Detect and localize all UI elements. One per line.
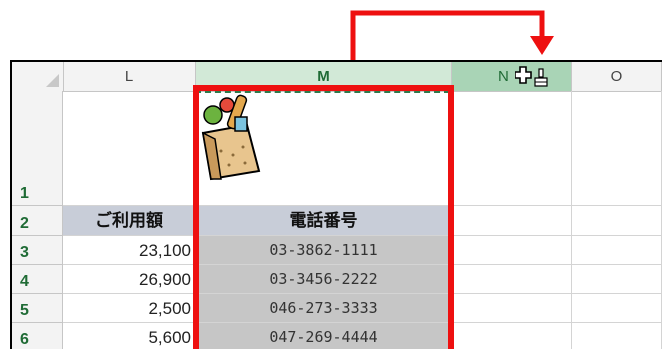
cell-O3[interactable] (572, 236, 662, 265)
cell-N1[interactable] (452, 91, 572, 206)
cell-N3[interactable] (452, 236, 572, 265)
cell-M2-header[interactable]: 電話番号 (196, 206, 452, 236)
cell-L2-header[interactable]: ご利用額 (63, 206, 196, 236)
spreadsheet-grid: L M N O 1 2 3 4 5 6 ご利用額 電話番号 23,100 03-… (12, 62, 662, 349)
cell-N2[interactable] (452, 206, 572, 236)
row-header-4-label: 4 (20, 273, 29, 290)
cell-L5[interactable]: 2,500 (63, 294, 196, 323)
row-header-5-label: 5 (20, 302, 29, 319)
cell-N6[interactable] (452, 323, 572, 349)
column-header-o[interactable]: O (572, 62, 662, 91)
row-header-3-label: 3 (20, 244, 29, 261)
cell-L4[interactable]: 26,900 (63, 265, 196, 294)
cell-O2[interactable] (572, 206, 662, 236)
shopping-bag-icon (201, 94, 261, 181)
cell-O5[interactable] (572, 294, 662, 323)
cell-M6[interactable]: 047-269-4444 (196, 323, 452, 349)
cell-L1[interactable] (63, 91, 196, 206)
column-header-l[interactable]: L (63, 62, 196, 91)
row-header-4[interactable]: 4 (12, 265, 63, 294)
row-header-1-label: 1 (20, 185, 29, 202)
cell-L3[interactable]: 23,100 (63, 236, 196, 265)
row-header-1[interactable]: 1 (12, 91, 63, 206)
cell-M5[interactable]: 046-273-3333 (196, 294, 452, 323)
column-header-row: L M N O (12, 62, 662, 92)
row-header-6[interactable]: 6 (12, 323, 63, 349)
row-header-3[interactable]: 3 (12, 236, 63, 265)
select-all-corner[interactable] (12, 62, 64, 91)
cell-O6[interactable] (572, 323, 662, 349)
cell-L6[interactable]: 5,600 (63, 323, 196, 349)
cell-O1[interactable] (572, 91, 662, 206)
cell-O4[interactable] (572, 265, 662, 294)
select-all-triangle-icon (46, 74, 59, 87)
column-header-m[interactable]: M (196, 62, 452, 91)
cell-M1[interactable] (196, 91, 452, 206)
column-header-n[interactable]: N (452, 62, 572, 91)
cell-M4[interactable]: 03-3456-2222 (196, 265, 452, 294)
row-header-5[interactable]: 5 (12, 294, 63, 323)
column-header-n-label: N (498, 68, 509, 85)
cell-N5[interactable] (452, 294, 572, 323)
row-header-6-label: 6 (20, 331, 29, 348)
cell-M3[interactable]: 03-3862-1111 (196, 236, 452, 265)
cell-N4[interactable] (452, 265, 572, 294)
format-painter-cursor-icon (515, 66, 548, 87)
row-header-2-label: 2 (20, 215, 29, 232)
row-header-2[interactable]: 2 (12, 206, 63, 236)
